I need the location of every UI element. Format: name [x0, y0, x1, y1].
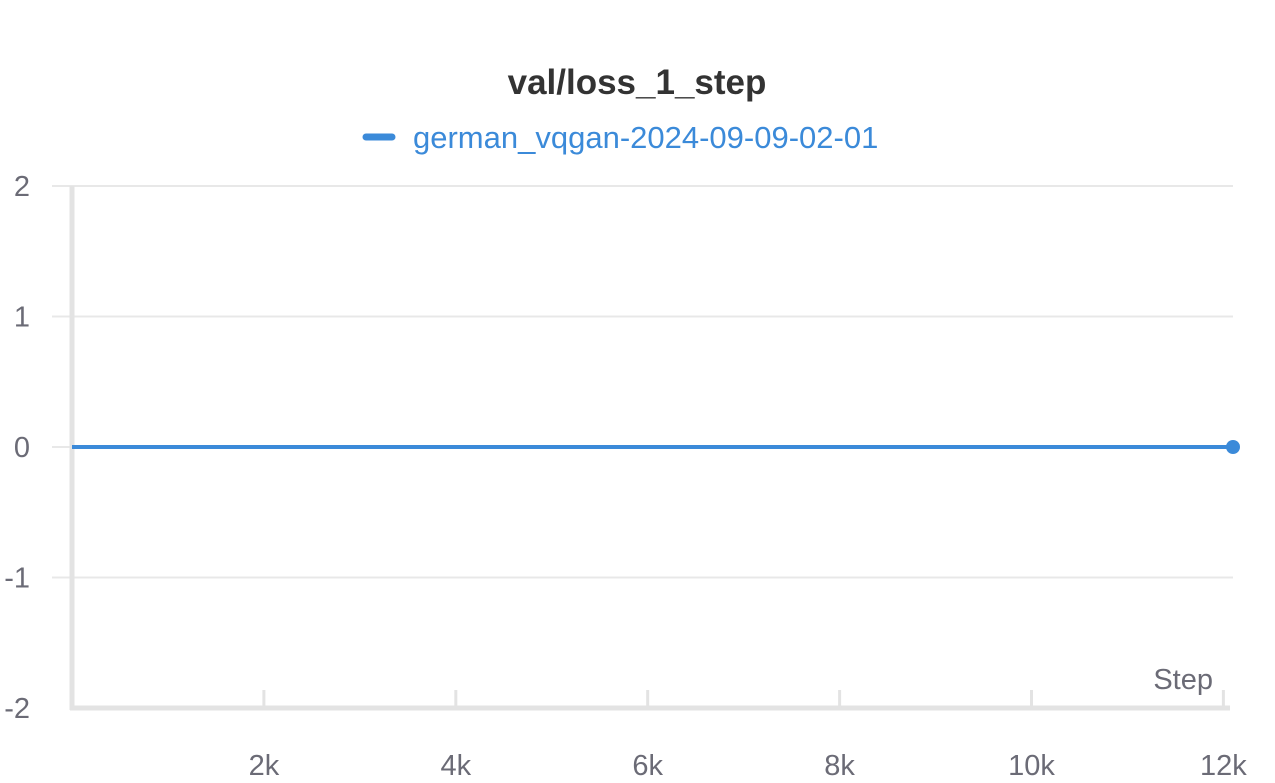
- x-tick-label: 12k: [1200, 750, 1247, 782]
- x-axis-title: Step: [1153, 664, 1213, 696]
- series-plot[interactable]: [72, 440, 1240, 454]
- y-tick-label: 1: [14, 302, 30, 334]
- y-tick-label: 2: [14, 171, 30, 203]
- x-tick-label: 2k: [249, 750, 280, 782]
- y-tick-label: 0: [14, 432, 30, 464]
- x-tick-label: 4k: [440, 750, 471, 782]
- chart-title: val/loss_1_step: [508, 63, 767, 102]
- y-tick-label: -1: [4, 563, 30, 595]
- series-end-point[interactable]: [1226, 440, 1240, 454]
- legend[interactable]: german_vqgan-2024-09-09-02-01: [362, 120, 878, 155]
- x-axis-ticks: 2k 4k 6k 8k 10k 12k: [249, 690, 1247, 782]
- x-tick-label: 10k: [1008, 750, 1055, 782]
- grid-lines: [52, 185, 1233, 579]
- y-axis-ticks: -2 -1 0 1 2: [4, 171, 30, 725]
- x-tick-label: 6k: [632, 750, 663, 782]
- x-tick-label: 8k: [824, 750, 855, 782]
- y-tick-label: -2: [4, 693, 30, 725]
- legend-series-label: german_vqgan-2024-09-09-02-01: [413, 120, 878, 155]
- line-chart: val/loss_1_step german_vqgan-2024-09-09-…: [4, 63, 1247, 782]
